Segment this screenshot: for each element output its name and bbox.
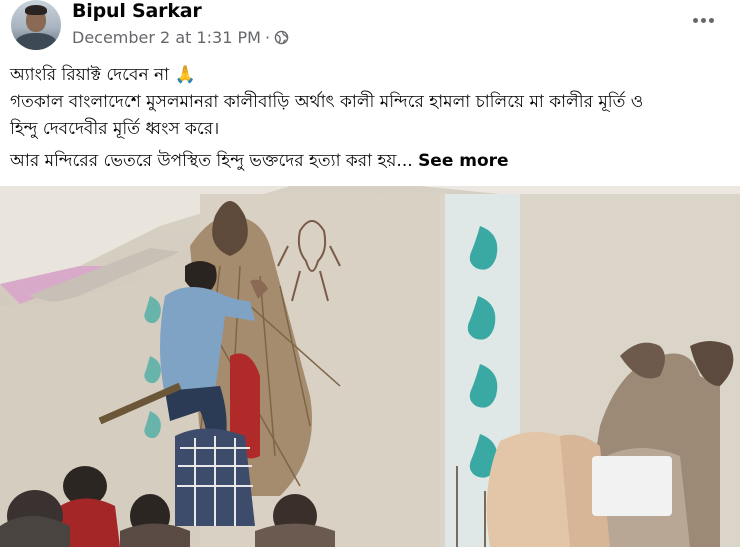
author-name[interactable]: Bipul Sarkar [72, 0, 202, 22]
more-options-button[interactable] [688, 10, 718, 30]
ellipsis-icon [692, 17, 698, 23]
post-header: Bipul Sarkar December 2 at 1:31 PM · [0, 0, 740, 56]
post-text-line: গতকাল বাংলাদেশে মুসলমানরা কালীবাড়ি অর্থ… [10, 92, 644, 112]
video-scene [0, 186, 740, 547]
post-timestamp[interactable]: December 2 at 1:31 PM [72, 28, 261, 47]
author-avatar[interactable] [11, 0, 61, 50]
post-text: অ্যাংরি রিয়াক্ট দেবেন না 🙏 গতকাল বাংলাদ… [10, 62, 730, 175]
post-text-line: অ্যাংরি রিয়াক্ট দেবেন না 🙏 [10, 65, 196, 85]
meta-separator: · [264, 28, 271, 47]
post-text-line: হিন্দু দেবদেবীর মূর্তি ধ্বংস করে। [10, 119, 220, 139]
post-text-truncated: আর মন্দিরের ভেতরে উপস্থিত হিন্দু ভক্তদের… [10, 151, 413, 171]
post-meta: December 2 at 1:31 PM · [72, 28, 289, 47]
globe-icon[interactable] [274, 30, 289, 45]
see-more-link[interactable]: See more [418, 151, 509, 171]
post-text-line-last: আর মন্দিরের ভেতরে উপস্থিত হিন্দু ভক্তদের… [10, 148, 730, 175]
post-video-frame[interactable] [0, 186, 740, 547]
